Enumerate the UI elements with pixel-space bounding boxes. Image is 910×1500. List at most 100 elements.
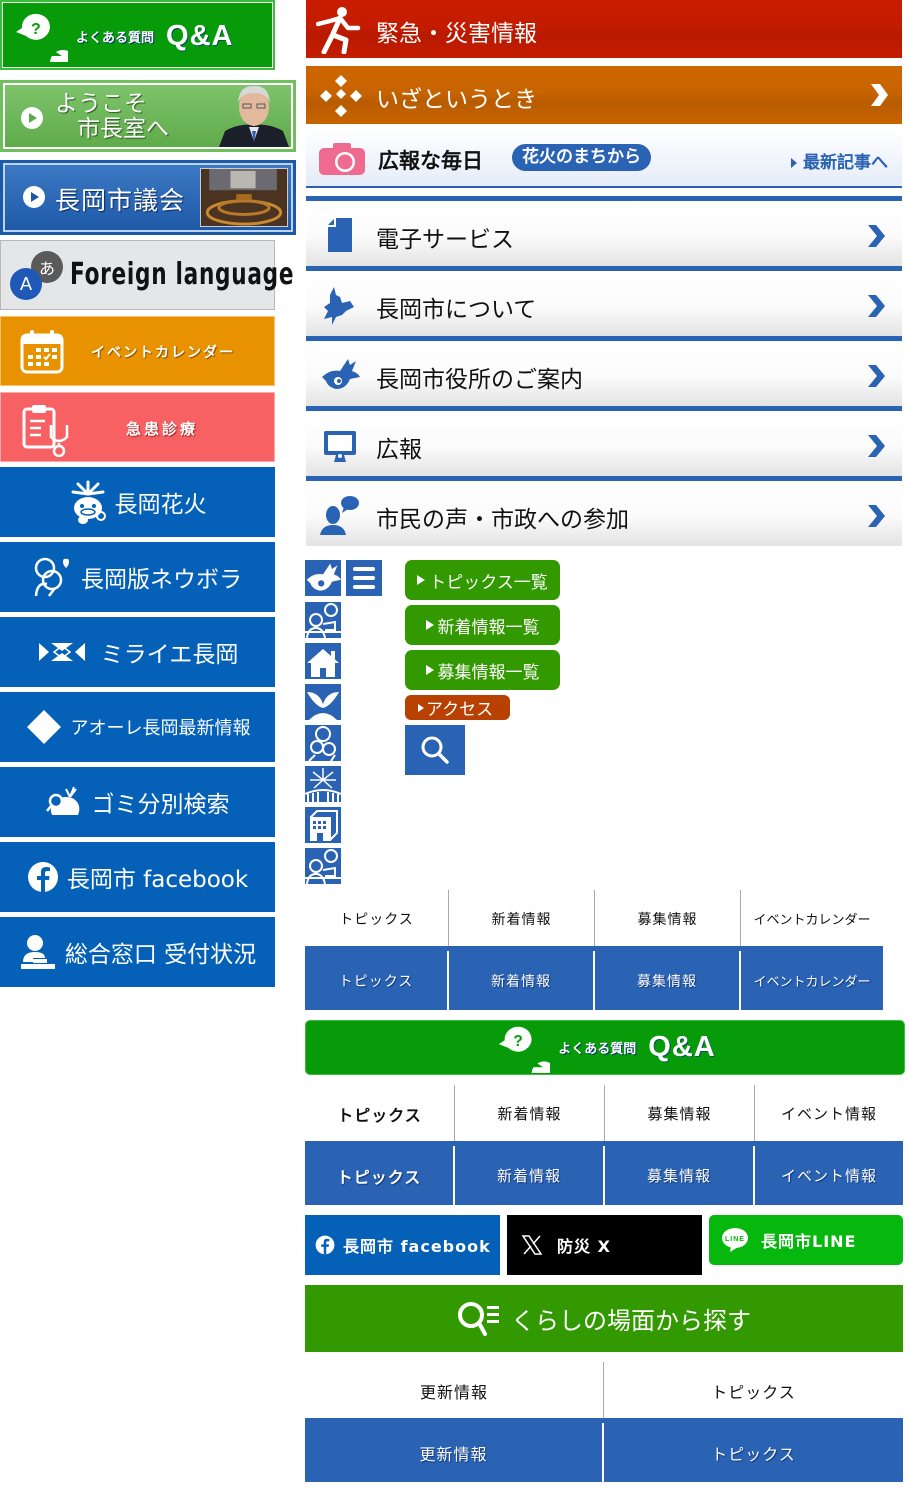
tab-news[interactable]: 新着情報 bbox=[455, 1085, 605, 1142]
tab-recruitment[interactable]: 募集情報 bbox=[595, 890, 741, 947]
nagaoka-fireworks-link[interactable]: 長岡花火 bbox=[0, 467, 275, 537]
tab-event-calendar[interactable]: イベントカレンダー bbox=[741, 890, 883, 947]
menu-label: 電子サービス bbox=[376, 227, 514, 253]
citizen-voice-menu[interactable]: 市民の声・市政への参加 bbox=[306, 476, 902, 546]
tab-recruitment-active[interactable]: 募集情報 bbox=[595, 951, 741, 1010]
koho-daily-banner[interactable]: 広報な毎日 花火のまちから 最新記事へ bbox=[306, 128, 902, 188]
tab-list-c-inactive: 更新情報 トピックス bbox=[305, 1362, 903, 1419]
latest-article-link[interactable]: 最新記事へ bbox=[791, 148, 888, 173]
tab-topics[interactable]: トピックス bbox=[604, 1362, 903, 1419]
fireworks-bridge-icon bbox=[305, 768, 341, 802]
tab-list-a-inactive: トピックス 新着情報 募集情報 イベントカレンダー bbox=[305, 890, 883, 947]
foreign-language-button[interactable]: あ A Foreign language bbox=[0, 240, 293, 310]
e-services-menu[interactable]: 電子サービス bbox=[306, 196, 902, 266]
tab-recruitment[interactable]: 募集情報 bbox=[605, 1085, 755, 1142]
tab-topics-active[interactable]: トピックス bbox=[305, 951, 449, 1010]
emergency-clinic-label: 急患診療 bbox=[126, 420, 199, 438]
emergency-clinic-button[interactable]: 急患診療 bbox=[0, 392, 275, 462]
tab-news-active[interactable]: 新着情報 bbox=[449, 951, 595, 1010]
tab-list-b-active: トピックス 新着情報 募集情報 イベント情報 bbox=[305, 1146, 903, 1205]
public-relations-menu[interactable]: 広報 bbox=[306, 406, 902, 476]
monitor-icon bbox=[324, 431, 356, 462]
tab-recruitment-active[interactable]: 募集情報 bbox=[605, 1146, 755, 1205]
faq-bubbles-icon: ? bbox=[499, 1026, 551, 1073]
city-logo-button[interactable] bbox=[305, 560, 341, 596]
news-list-button[interactable]: 新着情報一覧 bbox=[405, 605, 560, 645]
link-label: 長岡花火 bbox=[114, 492, 207, 518]
emergency-disaster-info-button[interactable]: 緊急・災害情報 bbox=[306, 0, 902, 58]
clipboard-stethoscope-icon bbox=[22, 405, 69, 457]
aore-nagaoka-link[interactable]: アオーレ長岡最新情報 bbox=[0, 692, 275, 762]
facebook-label: 長岡市 facebook bbox=[343, 1237, 491, 1256]
facebook-link-left[interactable]: 長岡市 facebook bbox=[0, 842, 275, 912]
emergency-preparedness-button[interactable]: いざというとき bbox=[306, 66, 902, 124]
mayor-office-banner[interactable]: ようこそ 市長室へ bbox=[0, 80, 296, 152]
faq-banner-right[interactable]: ? よくある質問 Q&A bbox=[305, 1020, 905, 1075]
tourism-icon-button[interactable] bbox=[305, 766, 341, 802]
about-nagaoka-menu[interactable]: 長岡市について bbox=[306, 266, 902, 336]
event-calendar-button[interactable]: イベントカレンダー bbox=[0, 316, 275, 386]
letter-a-icon: A bbox=[10, 268, 42, 300]
mayor-portrait-icon bbox=[219, 85, 289, 147]
mayor-line1: ようこそ bbox=[55, 91, 147, 117]
council-label: 長岡市議会 bbox=[55, 186, 186, 215]
garbage-search-icon bbox=[45, 786, 79, 815]
tab-event-info-active[interactable]: イベント情報 bbox=[755, 1146, 903, 1205]
fireworks-mascot-icon bbox=[71, 480, 106, 524]
tab-topics[interactable]: トピックス bbox=[305, 1085, 455, 1142]
life-scene-search-button[interactable]: くらしの場面から探す bbox=[305, 1285, 903, 1352]
faq-qa-label: Q&A bbox=[648, 1031, 716, 1063]
line-badge-text: LINE bbox=[725, 1236, 745, 1243]
tab-news[interactable]: 新着情報 bbox=[449, 890, 595, 947]
neuvola-link[interactable]: 長岡版ネウボラ bbox=[0, 542, 275, 612]
city-hall-guide-menu[interactable]: 長岡市役所のご案内 bbox=[306, 336, 902, 406]
tab-event-info[interactable]: イベント情報 bbox=[755, 1085, 903, 1142]
link-label: 長岡版ネウボラ bbox=[81, 567, 242, 593]
tab-event-calendar-active[interactable]: イベントカレンダー bbox=[741, 951, 883, 1010]
tab-list-c-active: 更新情報 トピックス bbox=[305, 1423, 903, 1482]
menu-label: 市民の声・市政への参加 bbox=[376, 507, 629, 533]
tab-topics-active[interactable]: トピックス bbox=[604, 1423, 903, 1482]
access-button[interactable]: アクセス bbox=[405, 695, 510, 720]
city-council-banner[interactable]: 長岡市議会 bbox=[0, 160, 296, 235]
housing-icon-button[interactable] bbox=[305, 643, 341, 679]
environment-icon-button[interactable] bbox=[305, 684, 341, 720]
foreign-language-label: Foreign language bbox=[70, 257, 295, 292]
link-label: ゴミ分別検索 bbox=[91, 792, 230, 818]
house-icon bbox=[307, 649, 339, 677]
line-logo-icon: LINE bbox=[722, 1228, 748, 1252]
childcare-icon-button[interactable] bbox=[305, 725, 341, 761]
document-icon bbox=[328, 218, 352, 252]
reception-status-link[interactable]: 総合窓口 受付状況 bbox=[0, 917, 275, 987]
koho-daily-label: 広報な毎日 bbox=[378, 149, 483, 173]
x-disaster-button[interactable]: 防災 X bbox=[507, 1215, 702, 1275]
life-scene-label: くらしの場面から探す bbox=[511, 1307, 751, 1335]
search-list-icon bbox=[458, 1301, 499, 1336]
tab-topics-active[interactable]: トピックス bbox=[305, 1146, 455, 1205]
tab-updates-active[interactable]: 更新情報 bbox=[305, 1423, 604, 1482]
mayor-line2: 市長室へ bbox=[77, 116, 169, 142]
hamburger-icon bbox=[353, 567, 375, 589]
council-chamber-icon bbox=[200, 168, 288, 227]
tab-topics[interactable]: トピックス bbox=[305, 890, 449, 947]
svg-text:?: ? bbox=[31, 21, 41, 38]
topics-list-button[interactable]: トピックス一覧 bbox=[405, 560, 560, 600]
koho-daily-pill: 花火のまちから bbox=[512, 144, 651, 171]
recruitment-list-button[interactable]: 募集情報一覧 bbox=[405, 650, 560, 690]
search-button[interactable] bbox=[405, 725, 465, 775]
parent-child-icon bbox=[308, 726, 336, 761]
faq-banner-left[interactable]: ? よくある質問 Q&A bbox=[0, 0, 275, 70]
welfare-icon-button[interactable] bbox=[305, 848, 341, 884]
tab-updates[interactable]: 更新情報 bbox=[305, 1362, 604, 1419]
miraie-nagaoka-link[interactable]: ミライエ長岡 bbox=[0, 617, 275, 687]
arrow-circle-icon bbox=[21, 107, 43, 129]
arrow-circle-icon bbox=[23, 186, 45, 208]
hamburger-menu-button[interactable] bbox=[346, 560, 382, 596]
business-icon-button[interactable] bbox=[305, 807, 341, 843]
line-button[interactable]: LINE 長岡市LINE bbox=[709, 1215, 903, 1265]
parenting-icon-button[interactable] bbox=[305, 602, 341, 638]
facebook-button[interactable]: 長岡市 facebook bbox=[305, 1215, 500, 1275]
diamond-icon bbox=[26, 710, 61, 744]
tab-news-active[interactable]: 新着情報 bbox=[455, 1146, 605, 1205]
garbage-search-link[interactable]: ゴミ分別検索 bbox=[0, 767, 275, 837]
